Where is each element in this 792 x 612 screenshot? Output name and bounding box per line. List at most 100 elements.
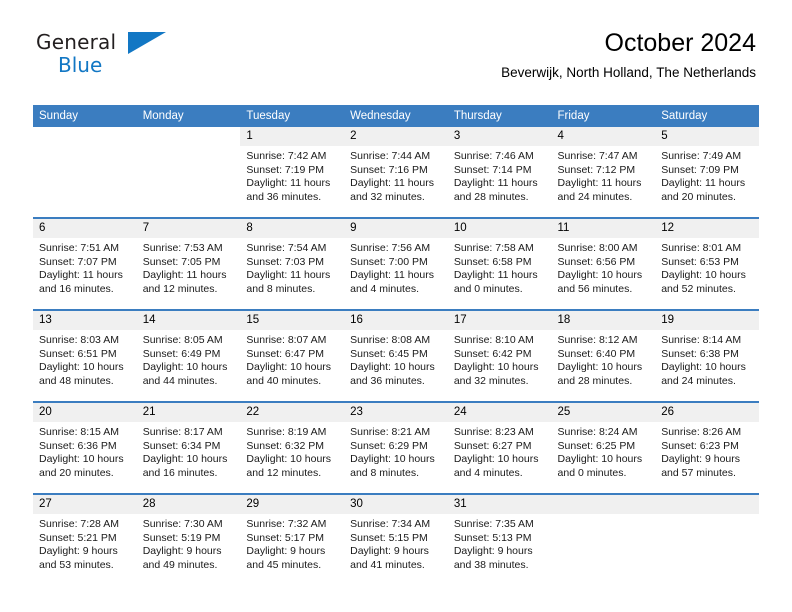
day-sunset-text: Sunset: 5:15 PM [350, 531, 428, 544]
calendar-cell-day[interactable]: 30 Sunrise: 7:34 AM Sunset: 5:15 PM Dayligh… [344, 493, 448, 585]
calendar-cell-inner: 1 Sunrise: 7:42 AM Sunset: 7:19 PM Daylight… [240, 127, 345, 217]
calendar-cell-inner: 7 Sunrise: 7:53 AM Sunset: 7:05 PM Daylight… [136, 219, 241, 309]
calendar-cell-day[interactable]: 11 Sunrise: 8:00 AM Sunset: 6:56 PM Dayligh… [551, 217, 656, 310]
calendar-cell-inner: 11 Sunrise: 8:00 AM Sunset: 6:56 PM Dayligh… [551, 219, 656, 309]
day-daylight-text: Daylight: 11 hours [39, 269, 123, 282]
calendar-cell-day[interactable]: 24 Sunrise: 8:23 AM Sunset: 6:27 PM Dayligh… [447, 401, 552, 494]
day-daylight-text: Daylight: 9 hours [39, 545, 118, 558]
calendar-day-number: 19 [655, 311, 759, 330]
day-daylight-text: and 28 minutes. [453, 190, 529, 203]
calendar-cell-day[interactable]: 31 Sunrise: 7:35 AM Sunset: 5:13 PM Dayligh… [447, 493, 552, 585]
calendar-cell-day[interactable]: 2 Sunrise: 7:44 AM Sunset: 7:16 PM Daylight… [344, 127, 448, 218]
calendar-cell-day[interactable]: 21 Sunrise: 8:17 AM Sunset: 6:34 PM Dayligh… [136, 401, 241, 494]
weekday-header-saturday: Saturday [655, 105, 759, 127]
calendar-cell-day[interactable]: 13 Sunrise: 8:03 AM Sunset: 6:51 PM Dayligh… [33, 309, 137, 402]
day-daylight-text: and 24 minutes. [557, 190, 633, 203]
day-details: Sunrise: 8:12 AM Sunset: 6:40 PM Daylight:… [552, 330, 656, 388]
day-daylight-text: and 4 minutes. [350, 282, 419, 295]
calendar-cell-blank [33, 127, 137, 218]
calendar-cell-day[interactable]: 14 Sunrise: 8:05 AM Sunset: 6:49 PM Dayligh… [136, 309, 241, 402]
day-daylight-text: Daylight: 10 hours [142, 453, 228, 466]
calendar-cell-day[interactable]: 17 Sunrise: 8:10 AM Sunset: 6:42 PM Dayligh… [447, 309, 552, 402]
day-daylight-text: and 56 minutes. [557, 282, 633, 295]
calendar-cell-day[interactable]: 9 Sunrise: 7:56 AM Sunset: 7:00 PM Daylight… [344, 217, 448, 310]
day-details: Sunrise: 7:30 AM Sunset: 5:19 PM Daylight:… [137, 514, 241, 572]
day-details: Sunrise: 8:07 AM Sunset: 6:47 PM Daylight:… [240, 330, 344, 388]
day-sunset-text: Sunset: 6:27 PM [453, 439, 532, 452]
calendar-cell-inner: 13 Sunrise: 8:03 AM Sunset: 6:51 PM Dayligh… [33, 311, 137, 401]
calendar-cell-day[interactable]: 7 Sunrise: 7:53 AM Sunset: 7:05 PM Daylight… [136, 217, 241, 310]
day-details: Sunrise: 7:28 AM Sunset: 5:21 PM Daylight:… [33, 514, 137, 572]
day-daylight-text: Daylight: 11 hours [350, 177, 434, 190]
day-sunrise-text: Sunrise: 8:24 AM [557, 426, 638, 438]
calendar-cell-day[interactable]: 8 Sunrise: 7:54 AM Sunset: 7:03 PM Daylight… [240, 217, 345, 310]
day-sunset-text: Sunset: 6:32 PM [246, 439, 325, 452]
day-details: Sunrise: 8:15 AM Sunset: 6:36 PM Daylight:… [33, 422, 137, 480]
calendar-cell-day[interactable]: 3 Sunrise: 7:46 AM Sunset: 7:14 PM Daylight… [447, 127, 552, 218]
day-details: Sunrise: 7:47 AM Sunset: 7:12 PM Daylight:… [552, 146, 656, 204]
calendar-cell-day[interactable]: 19 Sunrise: 8:14 AM Sunset: 6:38 PM Dayligh… [655, 309, 759, 402]
day-daylight-text: and 28 minutes. [557, 374, 633, 387]
calendar-cell-inner: 21 Sunrise: 8:17 AM Sunset: 6:34 PM Dayligh… [136, 403, 241, 493]
day-daylight-text: and 57 minutes. [661, 466, 736, 479]
calendar-day-number: 18 [551, 311, 656, 330]
day-daylight-text: Daylight: 10 hours [246, 361, 332, 374]
day-daylight-text: Daylight: 10 hours [246, 453, 332, 466]
day-sunset-text: Sunset: 7:12 PM [557, 163, 636, 176]
calendar-cell-day[interactable]: 5 Sunrise: 7:49 AM Sunset: 7:09 PM Daylight… [655, 127, 759, 218]
calendar-cell-day[interactable]: 12 Sunrise: 8:01 AM Sunset: 6:53 PM Dayligh… [655, 217, 759, 310]
day-sunrise-text: Sunrise: 7:49 AM [661, 150, 742, 162]
day-details: Sunrise: 7:51 AM Sunset: 7:07 PM Daylight:… [33, 238, 137, 296]
day-sunrise-text: Sunrise: 8:10 AM [453, 334, 534, 346]
day-sunrise-text: Sunrise: 8:01 AM [661, 242, 742, 254]
calendar-cell-day[interactable]: 29 Sunrise: 7:32 AM Sunset: 5:17 PM Dayligh… [240, 493, 345, 585]
calendar-cell-day[interactable]: 4 Sunrise: 7:47 AM Sunset: 7:12 PM Daylight… [551, 127, 656, 218]
day-details: Sunrise: 7:49 AM Sunset: 7:09 PM Daylight:… [655, 146, 759, 204]
day-sunrise-text: Sunrise: 7:46 AM [453, 150, 534, 162]
calendar-day-number: 9 [344, 219, 448, 238]
day-sunset-text: Sunset: 6:56 PM [557, 255, 636, 268]
calendar-week-row: 1 Sunrise: 7:42 AM Sunset: 7:19 PM Daylight… [33, 127, 759, 218]
calendar-day-number: 20 [33, 403, 137, 422]
calendar-day-number: 17 [447, 311, 552, 330]
day-daylight-text: Daylight: 11 hours [246, 269, 331, 282]
calendar-day-number: 27 [33, 495, 137, 514]
weekday-header-monday: Monday [136, 105, 241, 127]
calendar-cell-day[interactable]: 26 Sunrise: 8:26 AM Sunset: 6:23 PM Dayligh… [655, 401, 759, 494]
calendar-cell-day[interactable]: 18 Sunrise: 8:12 AM Sunset: 6:40 PM Dayligh… [551, 309, 656, 402]
day-sunrise-text: Sunrise: 8:00 AM [557, 242, 638, 254]
calendar-cell-day[interactable]: 22 Sunrise: 8:19 AM Sunset: 6:32 PM Dayligh… [240, 401, 345, 494]
calendar-cell-day[interactable]: 6 Sunrise: 7:51 AM Sunset: 7:07 PM Daylight… [33, 217, 137, 310]
calendar-cell-day[interactable]: 16 Sunrise: 8:08 AM Sunset: 6:45 PM Dayligh… [344, 309, 448, 402]
calendar-cell-inner: 27 Sunrise: 7:28 AM Sunset: 5:21 PM Dayligh… [33, 495, 137, 585]
day-daylight-text: Daylight: 10 hours [39, 453, 124, 466]
weekday-header-row: Sunday Monday Tuesday Wednesday Thursday… [33, 105, 759, 127]
day-details: Sunrise: 8:17 AM Sunset: 6:34 PM Daylight:… [137, 422, 241, 480]
brand-logo[interactable]: General Blue [36, 32, 216, 80]
day-sunrise-text: Sunrise: 7:34 AM [350, 518, 431, 530]
day-sunrise-text: Sunrise: 7:58 AM [453, 242, 534, 254]
calendar-cell-inner: 20 Sunrise: 8:15 AM Sunset: 6:36 PM Dayligh… [33, 403, 137, 493]
calendar-cell-day[interactable]: 15 Sunrise: 8:07 AM Sunset: 6:47 PM Dayligh… [240, 309, 345, 402]
day-daylight-text: and 12 minutes. [142, 282, 218, 295]
calendar-cell-day[interactable]: 1 Sunrise: 7:42 AM Sunset: 7:19 PM Daylight… [240, 127, 345, 218]
day-sunrise-text: Sunrise: 7:32 AM [246, 518, 327, 530]
calendar-cell-day[interactable]: 10 Sunrise: 7:58 AM Sunset: 6:58 PM Dayligh… [447, 217, 552, 310]
calendar-cell-day[interactable]: 20 Sunrise: 8:15 AM Sunset: 6:36 PM Dayligh… [33, 401, 137, 494]
calendar-cell-day[interactable]: 28 Sunrise: 7:30 AM Sunset: 5:19 PM Dayligh… [136, 493, 241, 585]
day-daylight-text: Daylight: 10 hours [661, 361, 746, 374]
day-daylight-text: Daylight: 9 hours [350, 545, 429, 558]
calendar-cell-day[interactable]: 23 Sunrise: 8:21 AM Sunset: 6:29 PM Dayligh… [344, 401, 448, 494]
weekday-header-sunday: Sunday [33, 105, 137, 127]
page-subtitle: Beverwijk, North Holland, The Netherland… [501, 65, 756, 80]
day-sunset-text: Sunset: 7:09 PM [661, 163, 739, 176]
calendar-cell-day[interactable]: 25 Sunrise: 8:24 AM Sunset: 6:25 PM Dayligh… [551, 401, 656, 494]
day-daylight-text: and 32 minutes. [350, 190, 425, 203]
calendar-day-number: 23 [344, 403, 448, 422]
calendar-cell-day[interactable]: 27 Sunrise: 7:28 AM Sunset: 5:21 PM Dayligh… [33, 493, 137, 585]
day-sunset-text: Sunset: 6:36 PM [39, 439, 117, 452]
calendar-cell-inner: 2 Sunrise: 7:44 AM Sunset: 7:16 PM Daylight… [344, 127, 448, 217]
page-header: General Blue October 2024 Beverwijk, Nor… [0, 0, 792, 80]
day-details: Sunrise: 7:35 AM Sunset: 5:13 PM Daylight:… [448, 514, 552, 572]
calendar-day-number: 12 [655, 219, 759, 238]
